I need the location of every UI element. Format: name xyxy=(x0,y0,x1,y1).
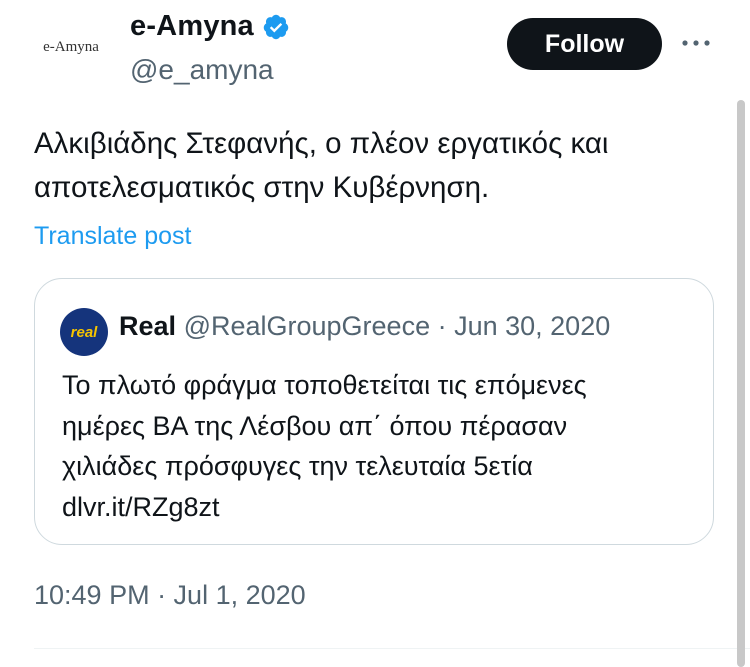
translate-post-link[interactable]: Translate post xyxy=(34,222,191,251)
tweet-text-line: αποτελεσματικός στην Κυβέρνηση. xyxy=(34,171,490,204)
quoted-avatar-logo-text: real xyxy=(70,323,98,341)
author-handle[interactable]: @e_amyna xyxy=(130,54,274,86)
tweet-timestamp[interactable]: 10:49 PM · Jul 1, 2020 xyxy=(34,580,306,611)
follow-button[interactable]: Follow xyxy=(507,18,662,70)
meta-separator: · xyxy=(430,311,455,341)
author-avatar-logo-text: e-Amyna xyxy=(43,38,99,55)
quoted-tweet-header: Real @RealGroupGreece · Jun 30, 2020 xyxy=(119,311,610,342)
quoted-text-line: Το πλωτό φράγμα τοποθετείται τις επόμενε… xyxy=(62,370,587,400)
more-icon[interactable] xyxy=(676,28,716,58)
author-avatar[interactable]: e-Amyna xyxy=(26,10,116,84)
tweet-text-line: Αλκιβιάδης Στεφανής, ο πλέον εργατικός κ… xyxy=(34,127,609,160)
quoted-tweet-date[interactable]: Jun 30, 2020 xyxy=(454,311,610,341)
quoted-tweet-card[interactable]: real Real @RealGroupGreece · Jun 30, 202… xyxy=(34,278,714,545)
quoted-text-link: dlvr.it/RZg8zt xyxy=(62,491,220,522)
divider xyxy=(34,648,750,649)
author-name-row: e-Amyna xyxy=(130,10,290,43)
verified-badge-icon[interactable] xyxy=(262,13,290,41)
tweet-text: Αλκιβιάδης Στεφανής, ο πλέον εργατικός κ… xyxy=(34,122,724,210)
tweet-header: e-Amyna e-Amyna @e_amyna Follow xyxy=(0,0,750,100)
scrollbar[interactable] xyxy=(737,100,745,667)
quoted-author-handle[interactable]: @RealGroupGreece xyxy=(184,311,431,341)
quoted-text-line: χιλιάδες πρόσφυγες την τελευταία 5ετία xyxy=(62,451,533,481)
quoted-text-line: ημέρες ΒΑ της Λέσβου απ΄ όπου πέρασαν xyxy=(62,410,568,441)
quoted-tweet-text: Το πλωτό φράγμα τοποθετείται τις επόμενε… xyxy=(62,365,702,527)
quoted-author-avatar[interactable]: real xyxy=(60,308,108,356)
quoted-author-name[interactable]: Real xyxy=(119,311,176,341)
author-display-name[interactable]: e-Amyna xyxy=(130,10,254,43)
